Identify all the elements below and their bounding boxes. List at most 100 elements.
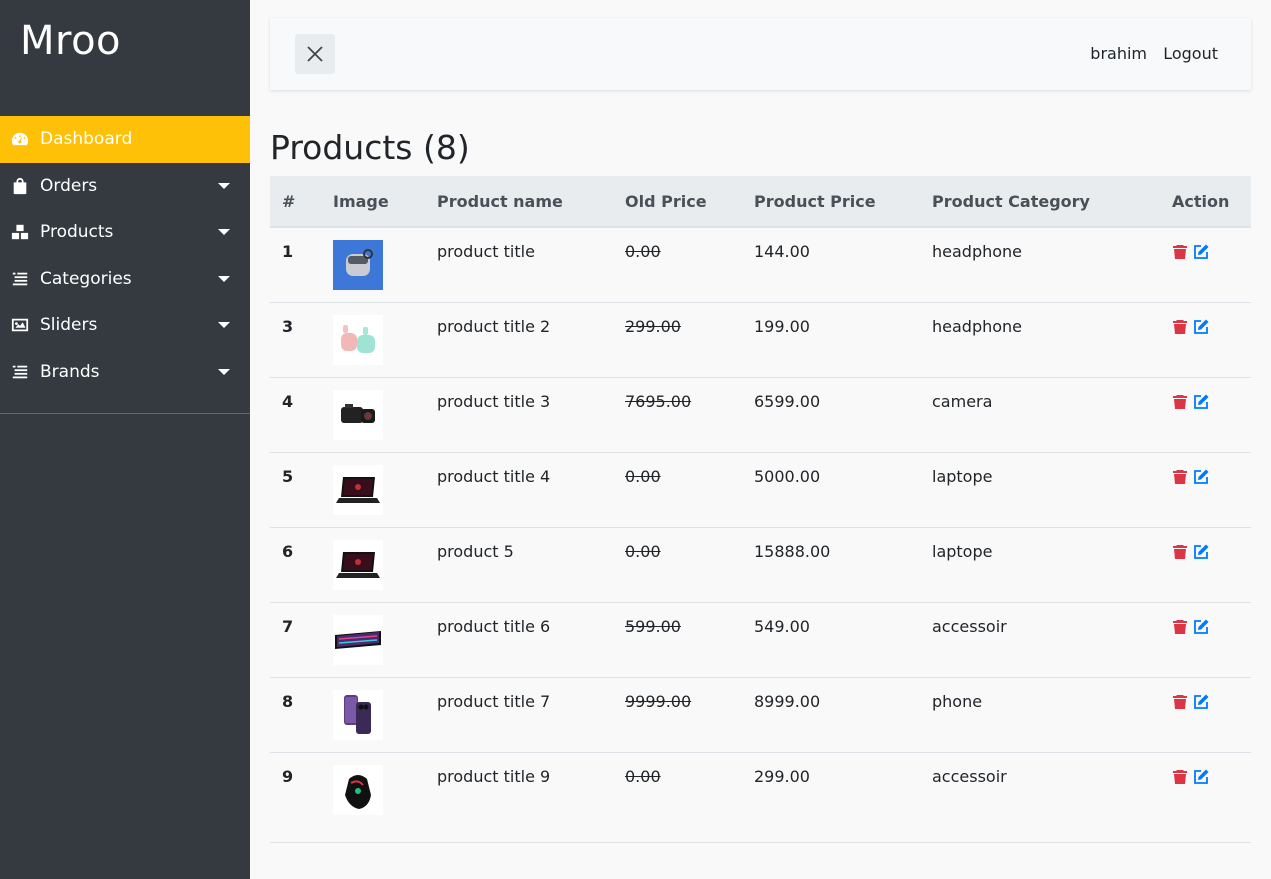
sidebar-item-orders[interactable]: Orders — [0, 163, 250, 210]
row-id: 1 — [270, 227, 333, 303]
caret-down-icon — [218, 229, 230, 236]
edit-icon[interactable] — [1193, 619, 1209, 635]
product-name: product title 6 — [437, 602, 625, 678]
sidebar-divider — [0, 413, 250, 414]
row-id: 8 — [270, 677, 333, 753]
brand-logo[interactable]: Mroo — [20, 18, 121, 64]
sidebar-item-label: Dashboard — [40, 129, 133, 150]
product-name: product title 2 — [437, 302, 625, 378]
logout-link[interactable]: Logout — [1163, 44, 1218, 63]
product-thumbnail[interactable] — [333, 314, 383, 365]
caret-down-icon — [218, 322, 230, 329]
sidebar-item-label: Products — [40, 222, 114, 243]
product-name: product 5 — [437, 527, 625, 603]
edit-icon[interactable] — [1193, 769, 1209, 785]
shopping-bag-icon — [9, 176, 31, 196]
product-name: product title 7 — [437, 677, 625, 753]
edit-icon[interactable] — [1193, 469, 1209, 485]
sidebar-item-dashboard[interactable]: Dashboard — [0, 116, 250, 163]
product-category: headphone — [932, 227, 1159, 303]
product-category: headphone — [932, 302, 1159, 378]
product-price: 144.00 — [754, 227, 932, 303]
sidebar-item-brands[interactable]: Brands — [0, 349, 250, 396]
trash-icon[interactable] — [1172, 394, 1188, 410]
product-name: product title — [437, 227, 625, 303]
boxes-icon — [9, 222, 31, 242]
row-actions — [1172, 542, 1251, 560]
column-header: # — [270, 176, 333, 228]
edit-icon[interactable] — [1193, 544, 1209, 560]
product-name: product title 9 — [437, 752, 625, 843]
product-category: laptope — [932, 452, 1159, 528]
product-price: 6599.00 — [754, 377, 932, 453]
column-header: Product Category — [932, 176, 1159, 228]
row-id: 4 — [270, 377, 333, 453]
caret-down-icon — [218, 275, 230, 282]
row-actions — [1172, 317, 1251, 335]
row-id: 9 — [270, 752, 333, 843]
sidebar-item-products[interactable]: Products — [0, 209, 250, 256]
trash-icon[interactable] — [1172, 544, 1188, 560]
close-icon — [307, 46, 323, 62]
row-id: 6 — [270, 527, 333, 603]
old-price: 0.00 — [625, 766, 661, 786]
old-price: 0.00 — [625, 466, 661, 486]
edit-icon[interactable] — [1193, 244, 1209, 260]
sidebar-item-label: Brands — [40, 361, 100, 382]
old-price: 0.00 — [625, 242, 661, 261]
top-navbar: brahim Logout — [270, 18, 1251, 90]
product-category: phone — [932, 677, 1159, 753]
trash-icon[interactable] — [1172, 769, 1188, 785]
old-price: 0.00 — [625, 541, 661, 561]
product-thumbnail[interactable] — [333, 539, 383, 590]
product-thumbnail[interactable] — [333, 764, 383, 815]
column-header: Action — [1159, 176, 1251, 228]
trash-icon[interactable] — [1172, 469, 1188, 485]
list-icon — [9, 362, 31, 382]
table-row: 4 product title 3 7695.00 6599.00 camera — [270, 377, 1251, 453]
product-thumbnail[interactable] — [333, 614, 383, 665]
old-price: 9999.00 — [625, 691, 692, 711]
trash-icon[interactable] — [1172, 619, 1188, 635]
sidebar-item-sliders[interactable]: Sliders — [0, 302, 250, 349]
row-id: 7 — [270, 602, 333, 678]
close-sidebar-button[interactable] — [295, 34, 335, 74]
row-actions — [1172, 392, 1251, 410]
caret-down-icon — [218, 182, 230, 189]
table-row: 7 product title 6 599.00 549.00 accessoir — [270, 602, 1251, 678]
product-thumbnail[interactable] — [333, 464, 383, 515]
product-price: 549.00 — [754, 602, 932, 678]
product-thumbnail[interactable] — [333, 389, 383, 440]
edit-icon[interactable] — [1193, 694, 1209, 710]
table-row: 6 product 5 0.00 15888.00 laptope — [270, 527, 1251, 603]
old-price: 7695.00 — [625, 391, 692, 411]
product-name: product title 3 — [437, 377, 625, 453]
product-thumbnail[interactable] — [333, 240, 383, 290]
product-thumbnail[interactable] — [333, 689, 383, 740]
caret-down-icon — [218, 368, 230, 375]
product-category: camera — [932, 377, 1159, 453]
list-icon — [9, 269, 31, 289]
row-id: 5 — [270, 452, 333, 528]
column-header: Product Price — [754, 176, 932, 228]
product-category: accessoir — [932, 602, 1159, 678]
table-row: 8 product title 7 9999.00 8999.00 phone — [270, 677, 1251, 753]
table-row: 3 product title 2 299.00 199.00 headphone — [270, 302, 1251, 378]
edit-icon[interactable] — [1193, 319, 1209, 335]
product-name: product title 4 — [437, 452, 625, 528]
trash-icon[interactable] — [1172, 694, 1188, 710]
products-table: # Image Product name Old Price Product P… — [270, 176, 1251, 843]
sidebar-nav: Dashboard Orders Products Categories Sli… — [0, 116, 250, 395]
product-price: 5000.00 — [754, 452, 932, 528]
column-header: Old Price — [625, 176, 754, 228]
sidebar-item-label: Orders — [40, 175, 98, 196]
column-header: Product name — [437, 176, 625, 228]
trash-icon[interactable] — [1172, 244, 1188, 260]
sidebar-item-categories[interactable]: Categories — [0, 256, 250, 303]
gauge-icon — [9, 129, 31, 149]
edit-icon[interactable] — [1193, 394, 1209, 410]
username-link[interactable]: brahim — [1090, 44, 1147, 63]
image-icon — [9, 315, 31, 335]
trash-icon[interactable] — [1172, 319, 1188, 335]
row-actions — [1172, 767, 1251, 785]
